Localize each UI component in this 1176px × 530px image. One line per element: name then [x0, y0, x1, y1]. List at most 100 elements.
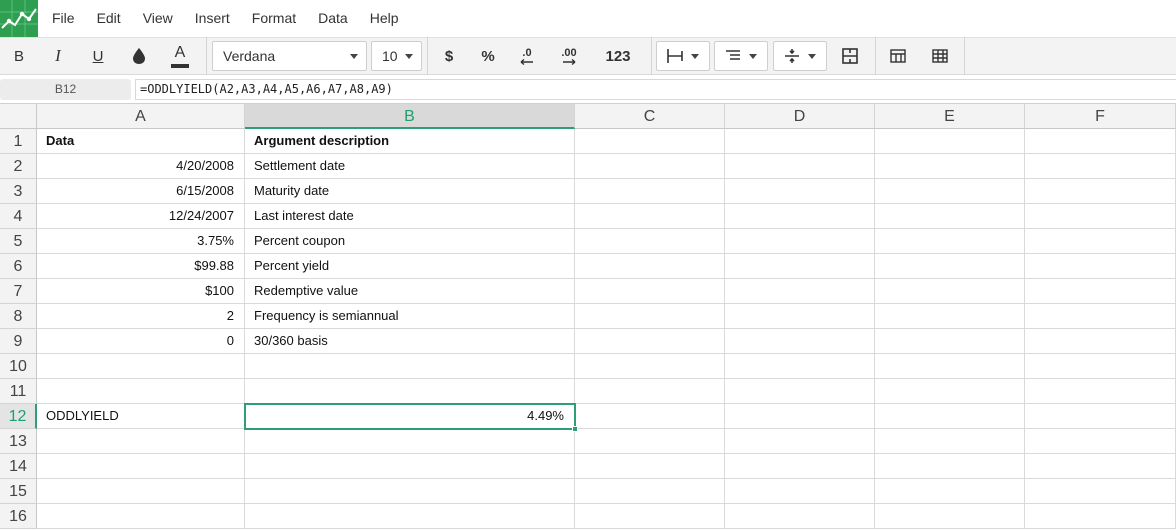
cell-c11[interactable] — [575, 379, 725, 404]
italic-button[interactable]: I — [38, 41, 78, 71]
cell-e3[interactable] — [875, 179, 1025, 204]
menu-insert[interactable]: Insert — [187, 0, 238, 37]
cell-f15[interactable] — [1025, 479, 1176, 504]
cell-c6[interactable] — [575, 254, 725, 279]
cell-e15[interactable] — [875, 479, 1025, 504]
cell-d2[interactable] — [725, 154, 875, 179]
cell-f9[interactable] — [1025, 329, 1176, 354]
cell-d15[interactable] — [725, 479, 875, 504]
fill-handle[interactable] — [572, 426, 578, 432]
underline-button[interactable]: U — [78, 41, 118, 71]
select-all-corner[interactable] — [0, 104, 37, 129]
row-header-7[interactable]: 7 — [0, 279, 37, 304]
cell-b8[interactable]: Frequency is semiannual — [245, 304, 575, 329]
cell-f4[interactable] — [1025, 204, 1176, 229]
cell-e12[interactable] — [875, 404, 1025, 429]
cell-d8[interactable] — [725, 304, 875, 329]
cell-b11[interactable] — [245, 379, 575, 404]
menu-view[interactable]: View — [135, 0, 181, 37]
cell-d3[interactable] — [725, 179, 875, 204]
cell-c13[interactable] — [575, 429, 725, 454]
cell-f5[interactable] — [1025, 229, 1176, 254]
menu-data[interactable]: Data — [310, 0, 356, 37]
cell-a3[interactable]: 6/15/2008 — [37, 179, 245, 204]
cell-b14[interactable] — [245, 454, 575, 479]
cell-c14[interactable] — [575, 454, 725, 479]
cell-a12[interactable]: ODDLYIELD — [37, 404, 245, 429]
cell-e8[interactable] — [875, 304, 1025, 329]
cell-e14[interactable] — [875, 454, 1025, 479]
cell-c1[interactable] — [575, 129, 725, 154]
cell-e10[interactable] — [875, 354, 1025, 379]
column-header-a[interactable]: A — [37, 104, 245, 129]
cell-d1[interactable] — [725, 129, 875, 154]
cell-a5[interactable]: 3.75% — [37, 229, 245, 254]
cell-b7[interactable]: Redemptive value — [245, 279, 575, 304]
row-header-6[interactable]: 6 — [0, 254, 37, 279]
cell-e7[interactable] — [875, 279, 1025, 304]
currency-format-button[interactable]: $ — [428, 41, 470, 71]
cell-a14[interactable] — [37, 454, 245, 479]
cell-e2[interactable] — [875, 154, 1025, 179]
cell-b6[interactable]: Percent yield — [245, 254, 575, 279]
cell-d14[interactable] — [725, 454, 875, 479]
cell-a13[interactable] — [37, 429, 245, 454]
row-header-8[interactable]: 8 — [0, 304, 37, 329]
cell-e9[interactable] — [875, 329, 1025, 354]
row-header-14[interactable]: 14 — [0, 454, 37, 479]
cell-c5[interactable] — [575, 229, 725, 254]
cell-d6[interactable] — [725, 254, 875, 279]
cell-a1[interactable]: Data — [37, 129, 245, 154]
cell-a7[interactable]: $100 — [37, 279, 245, 304]
cell-b3[interactable]: Maturity date — [245, 179, 575, 204]
cell-a6[interactable]: $99.88 — [37, 254, 245, 279]
cell-a8[interactable]: 2 — [37, 304, 245, 329]
cell-d12[interactable] — [725, 404, 875, 429]
row-header-9[interactable]: 9 — [0, 329, 37, 354]
cell-e11[interactable] — [875, 379, 1025, 404]
formula-input[interactable]: =ODDLYIELD(A2,A3,A4,A5,A6,A7,A8,A9) — [135, 79, 1176, 100]
cell-b15[interactable] — [245, 479, 575, 504]
column-header-e[interactable]: E — [875, 104, 1025, 129]
cell-b1[interactable]: Argument description — [245, 129, 575, 154]
cell-b16[interactable] — [245, 504, 575, 529]
menu-file[interactable]: File — [44, 0, 83, 37]
cell-d5[interactable] — [725, 229, 875, 254]
cell-b2[interactable]: Settlement date — [245, 154, 575, 179]
cell-d10[interactable] — [725, 354, 875, 379]
percent-format-button[interactable]: % — [470, 41, 506, 71]
row-header-10[interactable]: 10 — [0, 354, 37, 379]
cell-a11[interactable] — [37, 379, 245, 404]
cell-e16[interactable] — [875, 504, 1025, 529]
fill-color-button[interactable] — [118, 41, 160, 71]
cell-a2[interactable]: 4/20/2008 — [37, 154, 245, 179]
insert-row-button[interactable] — [876, 41, 920, 71]
cell-c10[interactable] — [575, 354, 725, 379]
menu-help[interactable]: Help — [362, 0, 407, 37]
cell-b5[interactable]: Percent coupon — [245, 229, 575, 254]
cell-d11[interactable] — [725, 379, 875, 404]
row-header-11[interactable]: 11 — [0, 379, 37, 404]
cell-d7[interactable] — [725, 279, 875, 304]
cell-a4[interactable]: 12/24/2007 — [37, 204, 245, 229]
cell-f1[interactable] — [1025, 129, 1176, 154]
cell-reference-box[interactable]: B12 — [0, 79, 131, 100]
cell-c9[interactable] — [575, 329, 725, 354]
cell-f12[interactable] — [1025, 404, 1176, 429]
decrease-decimals-button[interactable]: .0 — [506, 41, 548, 71]
cell-b12[interactable]: 4.49% — [245, 404, 575, 429]
row-header-4[interactable]: 4 — [0, 204, 37, 229]
cell-f10[interactable] — [1025, 354, 1176, 379]
merge-cells-button[interactable] — [827, 41, 873, 71]
insert-column-button[interactable] — [920, 41, 960, 71]
cell-a9[interactable]: 0 — [37, 329, 245, 354]
cell-d13[interactable] — [725, 429, 875, 454]
cell-b13[interactable] — [245, 429, 575, 454]
cell-f2[interactable] — [1025, 154, 1176, 179]
cell-b9[interactable]: 30/360 basis — [245, 329, 575, 354]
cell-a10[interactable] — [37, 354, 245, 379]
cell-b4[interactable]: Last interest date — [245, 204, 575, 229]
cell-f3[interactable] — [1025, 179, 1176, 204]
cell-d9[interactable] — [725, 329, 875, 354]
cell-c16[interactable] — [575, 504, 725, 529]
